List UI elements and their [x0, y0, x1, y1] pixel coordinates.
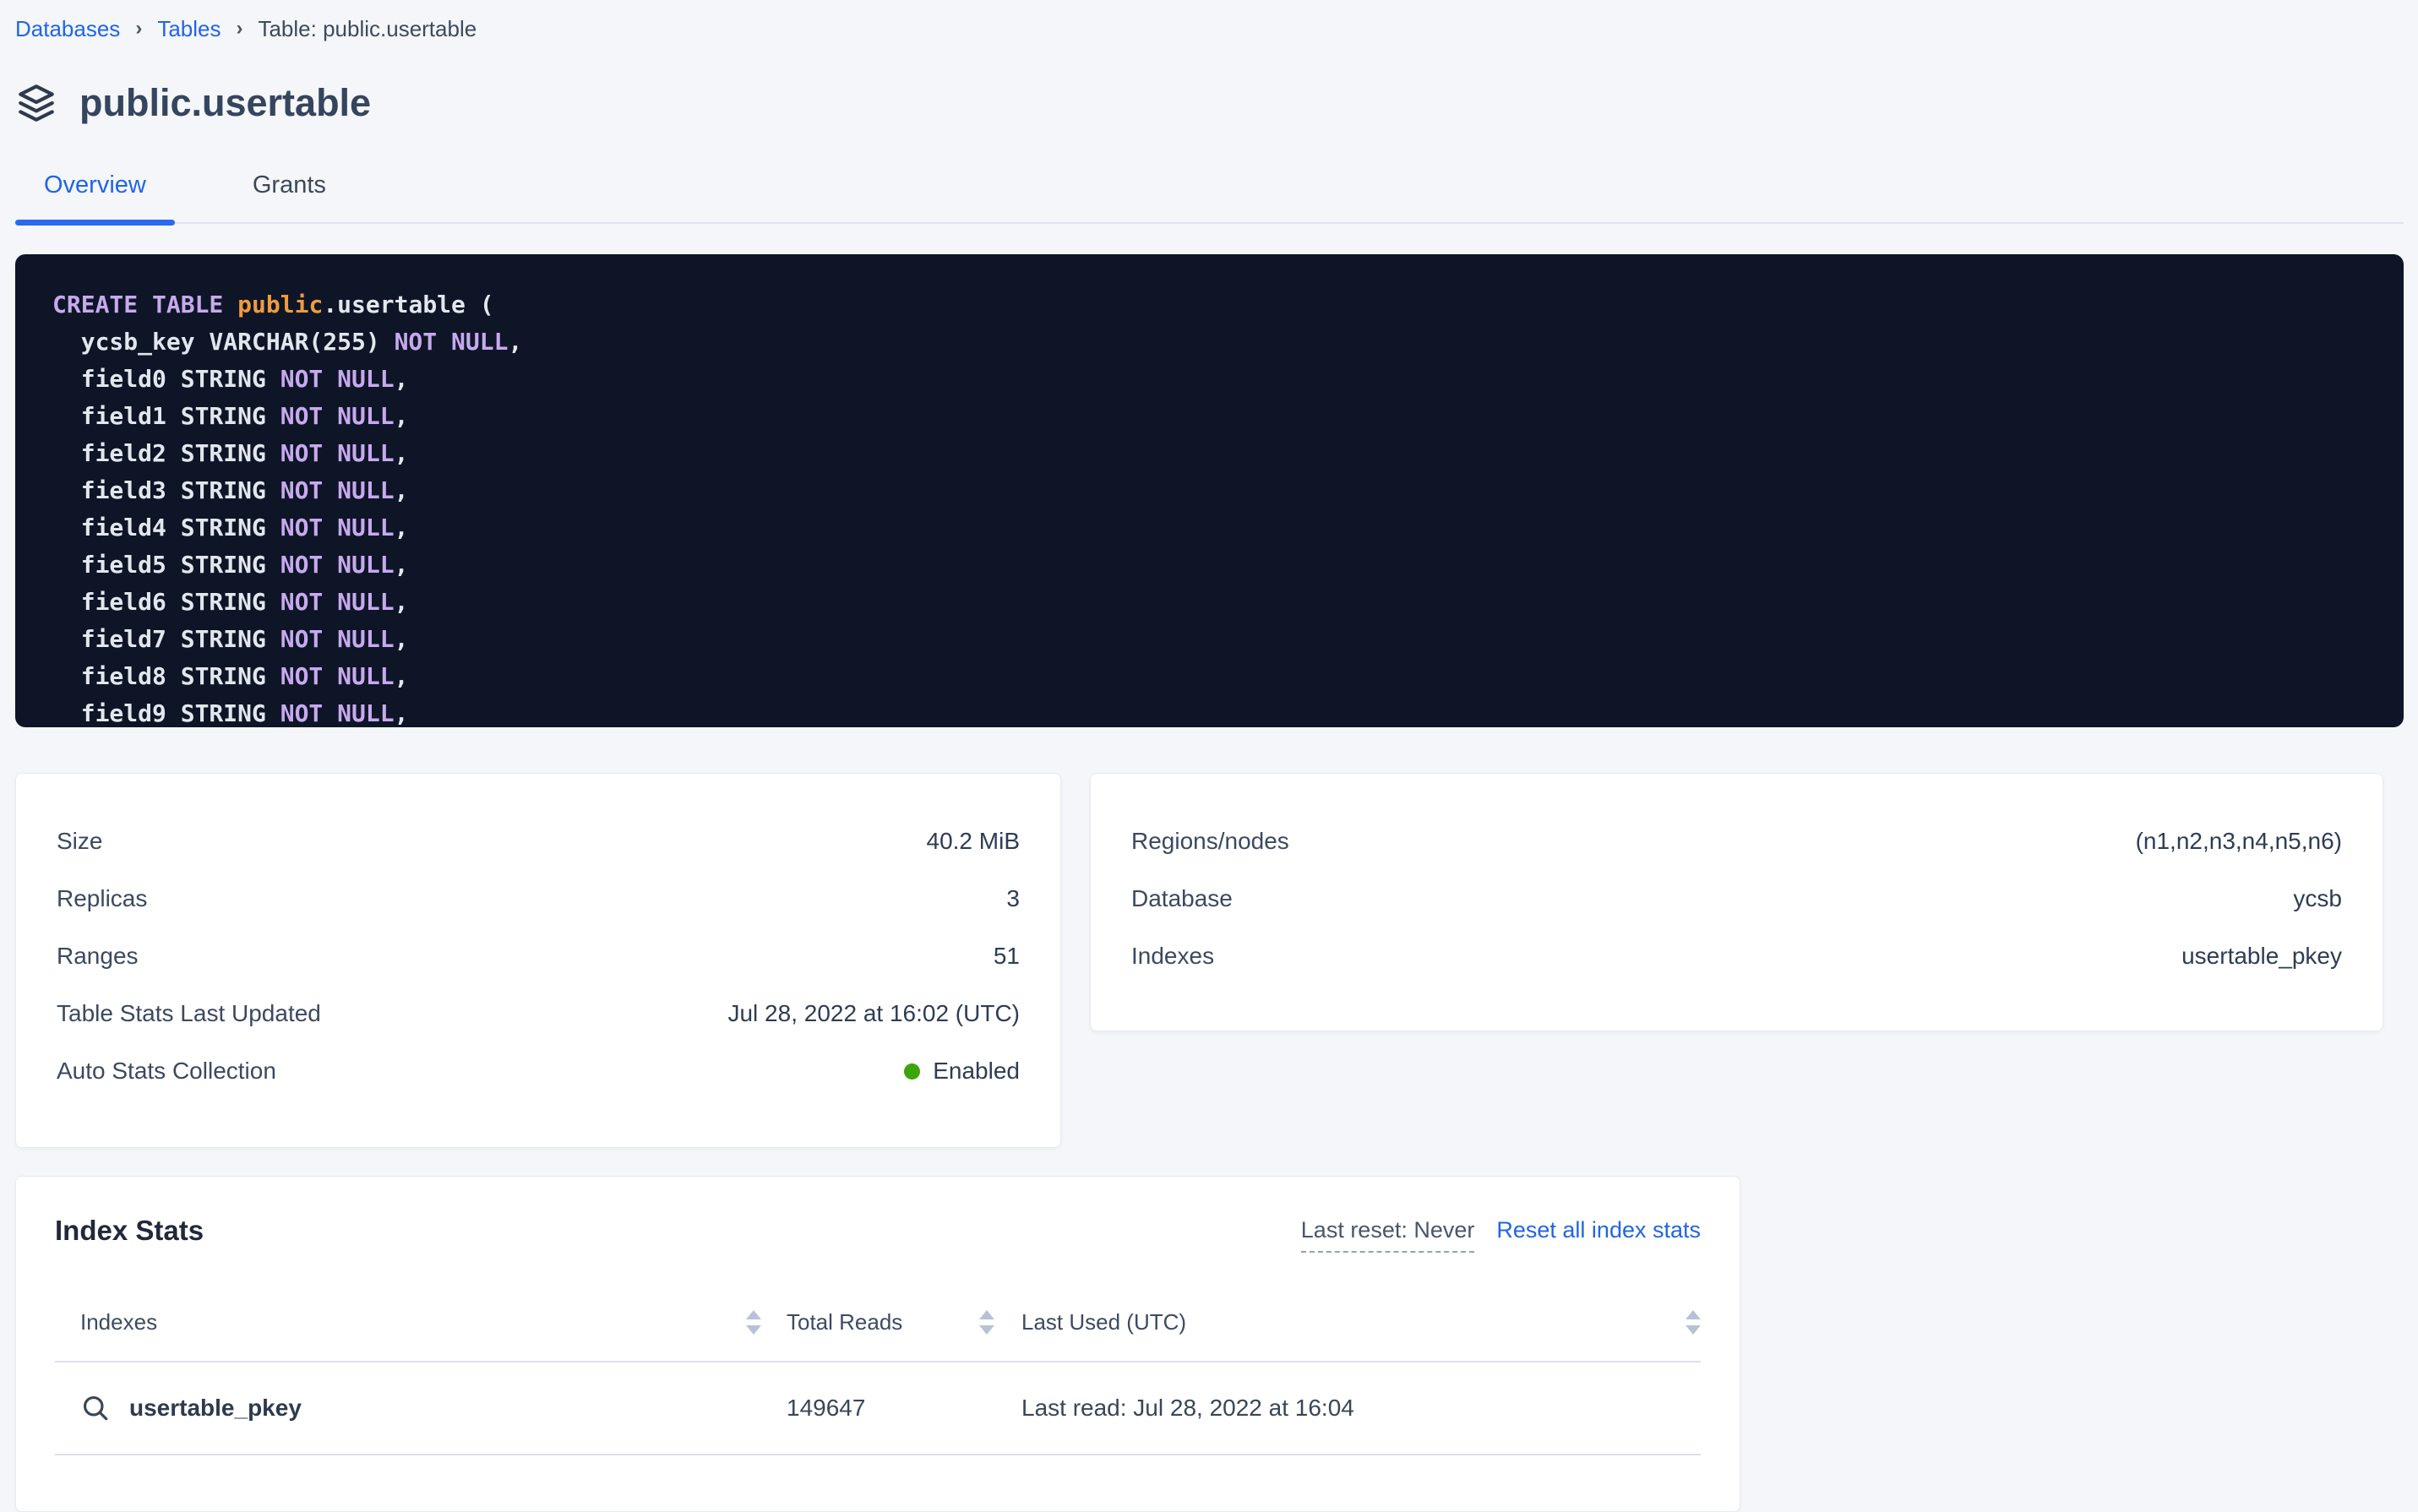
last-reset-label[interactable]: Last reset: Never [1301, 1217, 1475, 1253]
table-stack-icon [15, 82, 57, 124]
index-table: Indexes Total Reads Last Used (UTC) userta… [55, 1283, 1701, 1455]
tab-overview[interactable]: Overview [15, 171, 175, 222]
summary-value-text: (n1,n2,n3,n4,n5,n6) [2136, 828, 2342, 855]
index-stats-meta: Last reset: Never Reset all index stats [1301, 1214, 1701, 1253]
sort-icon[interactable] [979, 1310, 994, 1335]
sort-down-icon [746, 1325, 761, 1335]
summary-label-regions-nodes: Regions/nodes [1131, 828, 1289, 855]
summary-row-table-stats-last-updated: Table Stats Last Updated Jul 28, 2022 at … [57, 985, 1020, 1042]
code-line: ycsb_key VARCHAR(255) NOT NULL, [52, 324, 2366, 361]
code-line: field4 STRING NOT NULL, [52, 509, 2366, 547]
summary-value-auto-stats-collection: Enabled [904, 1058, 1020, 1085]
sort-icon[interactable] [746, 1310, 761, 1335]
summary-row-ranges: Ranges 51 [57, 927, 1020, 985]
create-table-statement: CREATE TABLE public.usertable ( ycsb_key… [15, 254, 2404, 727]
page: Databases › Tables › Table: public.usertable… [0, 0, 2418, 1512]
code-line: field9 STRING NOT NULL, [52, 695, 2366, 727]
breadcrumb-separator-icon: › [135, 17, 142, 41]
index-name-wrap: usertable_pkey [80, 1393, 302, 1423]
code-line: CREATE TABLE public.usertable ( [52, 286, 2366, 324]
summary-row-indexes: Indexes usertable_pkey [1131, 927, 2342, 985]
column-header-label: Last Used (UTC) [1021, 1309, 1186, 1335]
summary-label-ranges: Ranges [57, 943, 139, 970]
index-table-body: usertable_pkey 149647 Last read: Jul 28, 2… [55, 1362, 1701, 1455]
summary-row-database: Database ycsb [1131, 870, 2342, 927]
code-line: field5 STRING NOT NULL, [52, 547, 2366, 584]
sort-icon[interactable] [1686, 1310, 1701, 1335]
summary-value-text: ycsb [2293, 885, 2342, 912]
summary-label-auto-stats-collection: Auto Stats Collection [57, 1058, 276, 1085]
summary-value-text: Jul 28, 2022 at 16:02 (UTC) [727, 1000, 1020, 1027]
code-line: field7 STRING NOT NULL, [52, 621, 2366, 658]
summary-label-indexes: Indexes [1131, 943, 1214, 970]
column-header-indexes[interactable]: Indexes [55, 1309, 761, 1335]
total-reads-cell: 149647 [761, 1395, 994, 1422]
breadcrumb-item-databases[interactable]: Databases [15, 16, 120, 42]
column-header-last-used-utc[interactable]: Last Used (UTC) [994, 1309, 1701, 1335]
sort-down-icon [979, 1325, 994, 1335]
summary-cards: Size 40.2 MiB Replicas 3 Ranges 51 Table Stats… [15, 773, 2404, 1148]
summary-value-regions-nodes: (n1,n2,n3,n4,n5,n6) [2136, 828, 2342, 855]
code-line: field0 STRING NOT NULL, [52, 361, 2366, 398]
sort-up-icon [746, 1310, 761, 1319]
summary-value-text: 40.2 MiB [927, 828, 1021, 855]
summary-value-indexes: usertable_pkey [2181, 943, 2342, 970]
total-reads-value: 149647 [787, 1395, 865, 1422]
table-row: usertable_pkey 149647 Last read: Jul 28, 2… [55, 1362, 1701, 1455]
code-line: field2 STRING NOT NULL, [52, 435, 2366, 472]
sort-down-icon [1686, 1325, 1701, 1335]
status-dot-green [904, 1063, 920, 1080]
search-icon [80, 1393, 111, 1423]
index-stats-header: Index Stats Last reset: Never Reset all … [55, 1177, 1701, 1253]
summary-row-auto-stats-collection: Auto Stats Collection Enabled [57, 1042, 1020, 1100]
column-header-label: Indexes [80, 1309, 157, 1335]
summary-row-size: Size 40.2 MiB [57, 813, 1020, 870]
column-header-label: Total Reads [787, 1309, 902, 1335]
sort-up-icon [979, 1310, 994, 1319]
reset-all-index-stats-link[interactable]: Reset all index stats [1496, 1217, 1701, 1243]
sort-up-icon [1686, 1310, 1701, 1319]
page-header: public.usertable [15, 76, 2404, 130]
summary-value-table-stats-last-updated: Jul 28, 2022 at 16:02 (UTC) [727, 1000, 1020, 1027]
table-stats-card: Size 40.2 MiB Replicas 3 Ranges 51 Table Stats… [15, 773, 1061, 1148]
tab-grants[interactable]: Grants [224, 171, 355, 222]
index-name-cell: usertable_pkey [55, 1393, 761, 1423]
code-line: field1 STRING NOT NULL, [52, 398, 2366, 435]
column-header-total-reads[interactable]: Total Reads [761, 1309, 994, 1335]
page-title: public.usertable [79, 81, 371, 125]
breadcrumb-item-table-public-usertable: Table: public.usertable [258, 16, 477, 42]
summary-row-regions-nodes: Regions/nodes (n1,n2,n3,n4,n5,n6) [1131, 813, 2342, 870]
breadcrumb-item-tables[interactable]: Tables [157, 16, 221, 42]
breadcrumb: Databases › Tables › Table: public.usertable [15, 12, 2404, 46]
summary-label-replicas: Replicas [57, 885, 147, 912]
summary-value-text: Enabled [933, 1058, 1020, 1085]
summary-value-database: ycsb [2293, 885, 2342, 912]
summary-value-replicas: 3 [1006, 885, 1020, 912]
index-table-header: Indexes Total Reads Last Used (UTC) [55, 1283, 1701, 1362]
code-line: field8 STRING NOT NULL, [52, 658, 2366, 695]
summary-value-text: usertable_pkey [2181, 943, 2342, 970]
code-line: field6 STRING NOT NULL, [52, 584, 2366, 621]
index-stats-card: Index Stats Last reset: Never Reset all … [15, 1176, 1740, 1512]
summary-value-ranges: 51 [994, 943, 1020, 970]
summary-label-size: Size [57, 828, 102, 855]
summary-value-text: 51 [994, 943, 1020, 970]
summary-value-text: 3 [1006, 885, 1020, 912]
index-stats-title: Index Stats [55, 1214, 204, 1248]
breadcrumb-separator-icon: › [236, 17, 242, 41]
summary-row-replicas: Replicas 3 [57, 870, 1020, 927]
last-used-cell: Last read: Jul 28, 2022 at 16:04 [994, 1395, 1701, 1422]
tab-bar: Overview Grants [15, 171, 2404, 224]
summary-label-table-stats-last-updated: Table Stats Last Updated [57, 1000, 321, 1027]
code-line: field3 STRING NOT NULL, [52, 472, 2366, 509]
table-meta-card: Regions/nodes (n1,n2,n3,n4,n5,n6) Database… [1090, 773, 2383, 1031]
last-used-value: Last read: Jul 28, 2022 at 16:04 [1021, 1395, 1354, 1422]
summary-label-database: Database [1131, 885, 1233, 912]
summary-value-size: 40.2 MiB [927, 828, 1021, 855]
index-name-link[interactable]: usertable_pkey [129, 1395, 302, 1422]
